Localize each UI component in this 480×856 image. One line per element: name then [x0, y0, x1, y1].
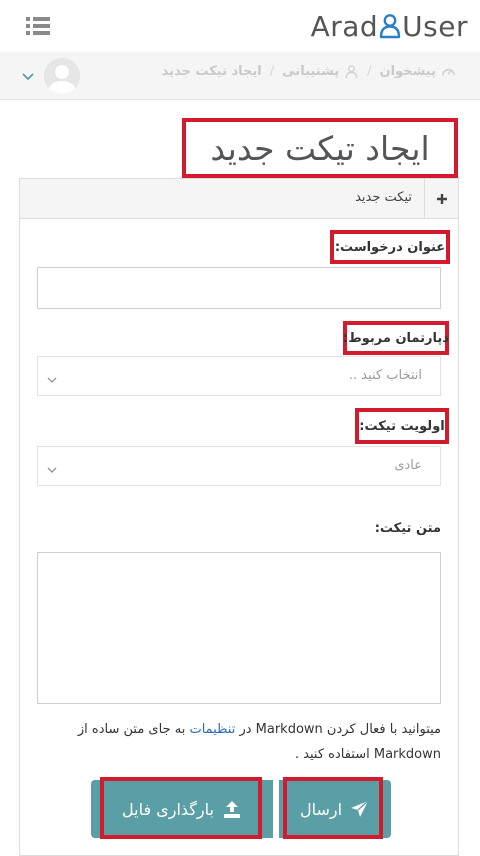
subject-input[interactable] — [37, 267, 441, 309]
send-button-label: ارسال — [299, 799, 343, 819]
panel-title: تیکت جدید — [355, 190, 412, 205]
action-buttons: ارسال بارگذاری فایل — [91, 777, 391, 839]
new-ticket-panel: تیکت جدید عنوان درخواست: دپارتمان مربوط:… — [19, 178, 459, 856]
chevron-down-icon[interactable] — [21, 68, 35, 82]
breadcrumb-item-dashboard[interactable]: پیشخوان — [380, 64, 457, 79]
avatar[interactable] — [44, 58, 80, 94]
department-selected-value: انتخاب کنید .. — [348, 368, 422, 383]
button-divider — [273, 780, 279, 838]
panel-header: تیکت جدید — [20, 179, 458, 219]
breadcrumb-item-current: ایجاد تیکت جدید — [162, 64, 262, 79]
breadcrumb-label: پیشخوان — [379, 64, 437, 79]
upload-file-button[interactable]: بارگذاری فایل — [91, 780, 273, 838]
ticket-body-label: متن تیکت: — [374, 521, 441, 536]
breadcrumb-separator: / — [269, 64, 275, 79]
priority-selected-value: عادی — [394, 458, 422, 473]
breadcrumb-item-support[interactable]: پشتیبانی — [282, 64, 359, 79]
settings-link[interactable]: تنظیمات — [189, 722, 235, 737]
user-logo-icon — [379, 14, 401, 39]
logo-text-left: Arad — [310, 9, 379, 43]
breadcrumb-label: ایجاد تیکت جدید — [161, 64, 262, 79]
logo-text-right: User — [402, 9, 468, 43]
department-select[interactable]: انتخاب کنید .. — [37, 356, 441, 396]
department-label: دپارتمان مربوط: — [343, 321, 449, 355]
ticket-body-textarea[interactable] — [37, 552, 441, 704]
breadcrumb-label: پشتیبانی — [282, 64, 340, 79]
subject-label: عنوان درخواست: — [330, 230, 450, 264]
breadcrumb-separator: / — [367, 64, 372, 79]
plus-icon — [424, 179, 458, 218]
help-text-part1: میتوانید با فعال کردن Markdown در — [235, 722, 441, 737]
speedometer-icon — [442, 68, 455, 76]
paper-plane-icon — [351, 800, 369, 817]
user-support-icon — [345, 65, 358, 79]
upload-icon — [223, 801, 240, 818]
chevron-down-icon — [46, 371, 58, 383]
top-header: Arad User — [0, 0, 480, 52]
markdown-help-text: میتوانید با فعال کردن Markdown در تنظیما… — [37, 717, 441, 767]
menu-list-icon[interactable] — [24, 14, 52, 38]
chevron-down-icon — [46, 461, 58, 473]
upload-button-label: بارگذاری فایل — [122, 799, 214, 819]
priority-select[interactable]: عادی — [37, 446, 441, 486]
brand-logo[interactable]: Arad User — [311, 8, 468, 44]
priority-label: اولویت تیکت: — [355, 408, 449, 444]
page-title: ایجاد تیکت جدید — [182, 118, 458, 178]
send-button[interactable]: ارسال — [279, 780, 391, 838]
